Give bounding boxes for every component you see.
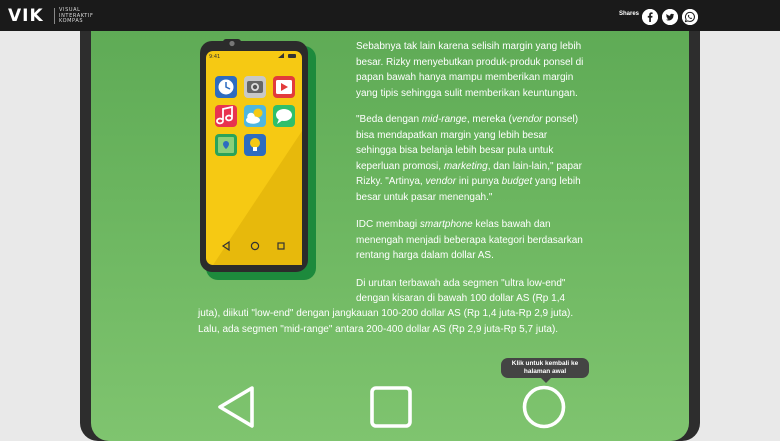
chat-icon [273, 105, 295, 127]
p3-line: menengah menjadi beberapa kategori berda… [356, 233, 596, 249]
paragraph-4-line-4: Lalu, ada segmen "mid-range" antara 200-… [198, 324, 559, 335]
p1-line: papan bawah hanya mampu memberikan margi… [356, 70, 596, 86]
text-segment: yang tipis sehingga sulit memberikan keu… [356, 87, 578, 99]
italic-term: mid-range [421, 114, 467, 125]
text-segment: Sebabnya tak lain karena selisih margin … [356, 41, 582, 52]
tooltip-line-2: halaman awal [523, 368, 567, 375]
paragraph-3: IDC membagi smartphone kelas bawah dan me… [356, 217, 596, 264]
facebook-share-button[interactable] [642, 9, 658, 25]
phone-illustration: 9:41 [200, 39, 316, 280]
p2-line: "Beda dengan mid-range, mereka (vendor p… [356, 112, 596, 128]
text-segment: keperluan promosi, [356, 160, 444, 172]
svg-text:9:41: 9:41 [209, 54, 220, 60]
facebook-icon [642, 9, 658, 25]
whatsapp-share-button[interactable] [682, 9, 698, 25]
text-segment: , mereka ( [466, 114, 512, 125]
text-segment: , dan lain-lain," papar [487, 160, 582, 172]
p1-line: yang tipis sehingga sulit memberikan keu… [356, 86, 596, 102]
square-icon [370, 386, 412, 428]
text-segment: besar. Rizky menyebutkan produk-produk p… [356, 56, 584, 68]
paragraph-2: "Beda dengan mid-range, mereka (vendor p… [356, 112, 596, 206]
text-segment: "Beda dengan [356, 114, 422, 125]
logo-divider [54, 8, 55, 24]
text-segment: IDC membagi [356, 219, 420, 230]
vik-logo[interactable]: VIK [8, 6, 44, 26]
italic-term: vendor [425, 176, 457, 188]
back-home-tooltip: Klik untuk kembali ke halaman awal [501, 358, 589, 383]
logo-sub-line-3: KOMPAS [59, 18, 84, 25]
twitter-share-button[interactable] [662, 9, 678, 25]
whatsapp-icon [682, 9, 698, 25]
text-segment: Rizky. "Artinya, [356, 176, 426, 188]
top-bar: VIK VISUAL INTERAKTIF KOMPAS Shares [0, 0, 780, 31]
italic-term: vendor [511, 114, 543, 125]
video-icon [273, 76, 295, 98]
text-segment: besar untuk pasar menengah." [356, 191, 493, 203]
p2-line: sehingga bisa belanja lebih besar pula u… [356, 143, 596, 159]
back-triangle-icon [218, 386, 254, 428]
text-segment: menengah menjadi beberapa kategori berda… [356, 234, 583, 246]
italic-term: smartphone [419, 219, 473, 230]
twitter-icon [662, 9, 678, 25]
idea-icon [244, 134, 266, 156]
paragraph-1: Sebabnya tak lain karena selisih margin … [356, 39, 596, 101]
p3-line: IDC membagi smartphone kelas bawah dan [356, 217, 596, 233]
paragraph-2-lines: "Beda dengan mid-range, mereka (vendor p… [356, 112, 596, 206]
home-button[interactable] [520, 383, 568, 431]
tooltip-line-1: Klik untuk kembali ke [511, 360, 579, 367]
p2-line: keperluan promosi, marketing, dan lain-l… [356, 159, 596, 175]
paragraph-4-line-1: Di urutan terbawah ada segmen "ultra low… [356, 278, 566, 289]
music-icon [215, 105, 237, 127]
weather-icon [244, 105, 266, 127]
text-segment: bisa mendapatkan margin yang lebih besar [356, 129, 548, 141]
text-segment: ponsel) [542, 114, 579, 125]
camera-icon [244, 76, 266, 98]
text-segment: kelas bawah dan [472, 219, 551, 230]
p2-line: bisa mendapatkan margin yang lebih besar [356, 128, 596, 144]
italic-term: budget [501, 176, 533, 188]
p2-line: besar untuk pasar menengah." [356, 190, 596, 206]
p1-line: Sebabnya tak lain karena selisih margin … [356, 39, 596, 55]
recent-apps-button[interactable] [368, 384, 414, 430]
text-segment: papan bawah hanya mampu memberikan margi… [356, 72, 574, 84]
paragraph-1-lines: Sebabnya tak lain karena selisih margin … [356, 39, 596, 101]
text-segment: yang lebih [532, 176, 581, 188]
italic-term: marketing [443, 160, 488, 172]
text-segment: ini punya [456, 176, 502, 188]
paragraph-4-line-2: dengan kisaran di bawah 100 dollar AS (R… [356, 293, 566, 304]
shares-label: Shares [619, 11, 640, 17]
p3-line: rentang harga dalam dollar AS. [356, 248, 596, 264]
map-icon [215, 134, 237, 156]
paragraph-3-lines: IDC membagi smartphone kelas bawah dan me… [356, 217, 596, 264]
paragraph-4-line-3: juta), diikuti "low-end" dengan jangkaua… [198, 308, 574, 319]
text-segment: sehingga bisa belanja lebih besar pula u… [356, 145, 554, 157]
clock-icon [215, 76, 237, 98]
text-segment: rentang harga dalam dollar AS. [356, 250, 494, 262]
p1-line: besar. Rizky menyebutkan produk-produk p… [356, 55, 596, 71]
back-button[interactable] [214, 384, 258, 430]
p2-line: Rizky. "Artinya, vendor ini punya budget… [356, 174, 596, 190]
logo-subtitle: VISUAL INTERAKTIF KOMPAS [59, 7, 93, 25]
circle-icon [522, 385, 566, 429]
